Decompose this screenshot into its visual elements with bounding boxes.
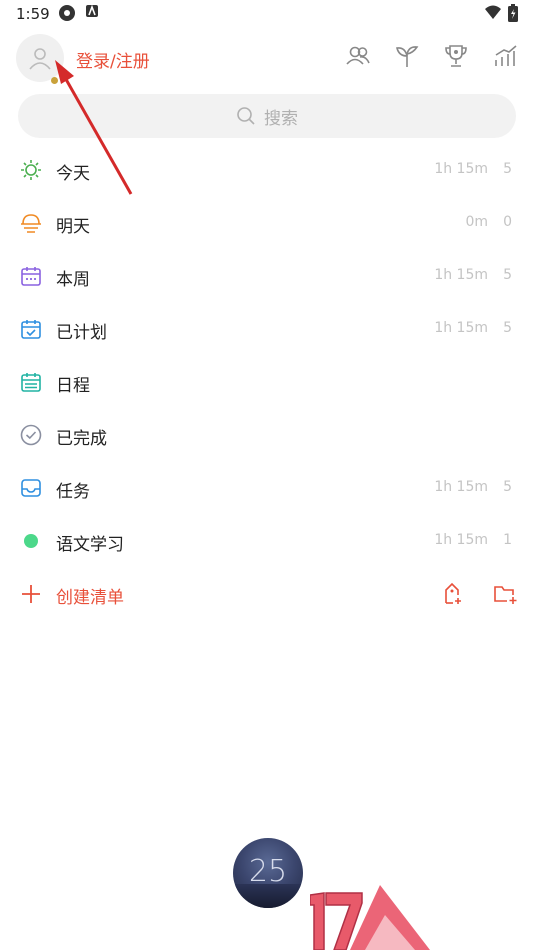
annotation-arrow — [55, 60, 133, 195]
